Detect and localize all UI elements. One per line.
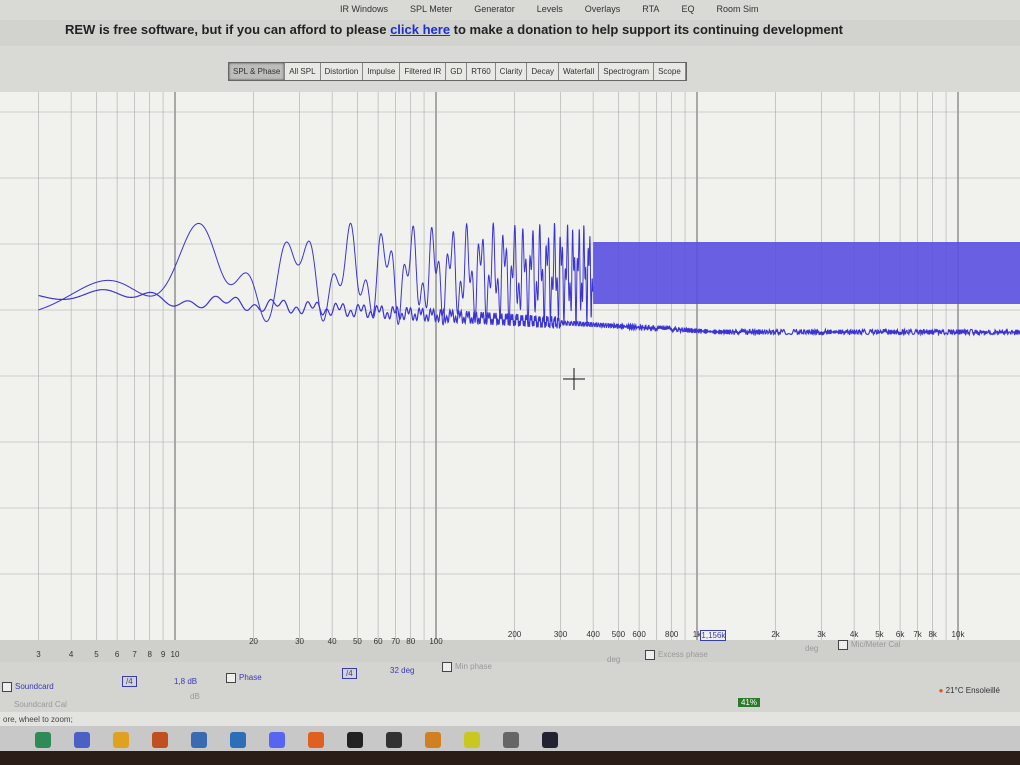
tab[interactable]: Impulse	[363, 63, 401, 80]
x-tick-label: 7k	[913, 630, 922, 639]
tab[interactable]: GD	[446, 63, 468, 80]
menu-item[interactable]: EQ	[681, 4, 694, 20]
menu-item[interactable]: Overlays	[585, 4, 621, 20]
taskbar-app-icon[interactable]	[269, 732, 285, 748]
x-tick-label: 50	[352, 637, 362, 646]
x-tick-label: 8k	[928, 630, 937, 639]
taskbar-app-icon[interactable]	[191, 732, 207, 748]
taskbar-app-icon[interactable]	[464, 732, 480, 748]
taskbar-app-icon[interactable]	[542, 732, 558, 748]
spl-phase-graph[interactable]	[0, 92, 1020, 640]
taskbar-app-icon[interactable]	[152, 732, 168, 748]
x-tick-label: 20	[249, 637, 259, 646]
x-tick-label: 30	[295, 637, 304, 646]
taskbar	[0, 726, 1020, 765]
taskbar-app-icon[interactable]	[347, 732, 363, 748]
menu-item[interactable]: RTA	[642, 4, 659, 20]
tab[interactable]: Filtered IR	[400, 63, 447, 80]
plot-background	[0, 92, 1020, 640]
x-tick-label: 5k	[875, 630, 884, 639]
status-hint: ore, wheel to zoom;	[3, 715, 73, 724]
x-tick-label: 6	[114, 650, 120, 659]
soundcard-label: Soundcard	[15, 682, 54, 692]
menu-item[interactable]: Levels	[537, 4, 563, 20]
x-tick-label: 9	[160, 650, 166, 659]
mic-cal-label: Mic/Meter Cal	[851, 640, 901, 650]
x-tick-label: 70	[391, 637, 401, 646]
x-tick-label: 400	[586, 630, 600, 639]
soundcard-cal-label: Soundcard Cal	[14, 700, 67, 709]
deg-label-2: deg	[805, 644, 819, 653]
x-tick-label: 3k	[817, 630, 826, 639]
x-tick-label: 10k	[951, 630, 965, 639]
tab[interactable]: Spectrogram	[599, 63, 655, 80]
x-tick-label: 7	[132, 650, 137, 659]
x-tick-label: 6k	[895, 630, 905, 639]
min-phase-label: Min phase	[455, 662, 492, 672]
tab[interactable]: Clarity	[496, 63, 528, 80]
menu-item[interactable]: IR Windows	[340, 4, 388, 20]
menu-item[interactable]: Room Sim	[716, 4, 758, 20]
min-phase-checkbox[interactable]	[442, 662, 452, 672]
mic-cal-checkbox[interactable]	[838, 640, 848, 650]
phase-checkbox[interactable]	[226, 673, 236, 683]
x-tick-label: 3	[36, 650, 41, 659]
donation-banner: REW is free software, but if you can aff…	[0, 20, 1020, 46]
taskbar-app-icon[interactable]	[230, 732, 246, 748]
taskbar-app-icon[interactable]	[308, 732, 324, 748]
excess-phase-checkbox[interactable]	[645, 650, 655, 660]
x-tick-label: 300	[553, 630, 568, 639]
phase-scale-value: 32 deg	[390, 666, 415, 675]
donation-link[interactable]: click here	[390, 22, 450, 37]
graph-tabs: SPL & Phase All SPL Distortion Impulse Filte…	[228, 62, 687, 81]
tab[interactable]: Waterfall	[559, 63, 600, 80]
tab[interactable]: Decay	[527, 63, 560, 80]
x-tick-label: 100	[429, 637, 443, 646]
system-tray: 41% ● 21°C Ensoleillé	[737, 686, 1000, 707]
tab[interactable]: Scope	[654, 63, 686, 80]
taskbar-app-icon[interactable]	[386, 732, 402, 748]
tab[interactable]: All SPL	[285, 63, 321, 80]
spl-scale-value: 1,8 dB	[174, 677, 198, 686]
x-tick-label: 60	[373, 637, 383, 646]
x-tick-label: 4	[68, 650, 74, 659]
phase-label: Phase	[239, 673, 262, 683]
tab[interactable]: SPL & Phase	[229, 63, 286, 80]
phase-trace-dense	[593, 242, 1020, 304]
spl-scale-button[interactable]: /4	[122, 676, 137, 687]
deg-label: deg	[607, 655, 621, 664]
excess-phase-label: Excess phase	[658, 650, 708, 660]
weather-icon: ●	[938, 686, 944, 695]
x-tick-label: 500	[611, 630, 626, 639]
graph-controls: Soundcard Soundcard Cal /4 1,8 dB dB Pha…	[0, 640, 1020, 712]
spl-unit: dB	[190, 692, 200, 701]
x-tick-label: 2k	[771, 630, 780, 639]
tab[interactable]: RT60	[467, 63, 496, 80]
taskbar-app-icon[interactable]	[503, 732, 519, 748]
taskbar-app-icon[interactable]	[74, 732, 90, 748]
taskbar-app-icon[interactable]	[35, 732, 51, 748]
x-tick-label: 8	[147, 650, 152, 659]
x-tick-label: 80	[406, 637, 416, 646]
cpu-meter: 41%	[737, 698, 760, 707]
x-tick-label: 600	[632, 630, 646, 639]
x-tick-label: 800	[665, 630, 679, 639]
x-tick-label: 40	[327, 637, 337, 646]
taskbar-app-icon[interactable]	[425, 732, 441, 748]
menu-item[interactable]: SPL Meter	[410, 4, 452, 20]
soundcard-checkbox[interactable]	[2, 682, 12, 692]
cursor-readout: 1,156k	[700, 630, 727, 641]
x-tick-label: 5	[94, 650, 99, 659]
x-tick-label: 200	[507, 630, 522, 639]
tab[interactable]: Distortion	[321, 63, 364, 80]
weather-text: 21°C Ensoleillé	[945, 686, 1000, 695]
phase-scale-button[interactable]: /4	[342, 668, 357, 679]
taskbar-app-icon[interactable]	[113, 732, 129, 748]
x-tick-label: 10	[170, 650, 180, 659]
menu-item[interactable]: Generator	[474, 4, 515, 20]
donation-text-end: to make a donation to help support its c…	[450, 22, 843, 37]
x-tick-label: 4k	[849, 630, 859, 639]
donation-text: REW is free software, but if you can aff…	[65, 22, 391, 37]
top-menu: IR Windows SPL Meter Generator Levels Overla…	[0, 0, 1020, 20]
